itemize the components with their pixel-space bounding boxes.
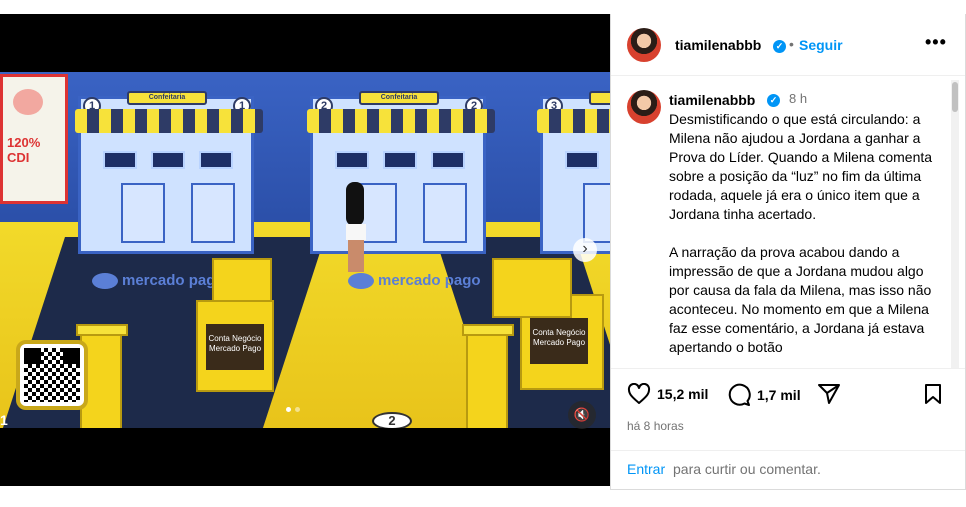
yellow-box: Conta Negócio Mercado Pago: [196, 300, 274, 392]
yellow-box: [212, 258, 272, 302]
stall-panel: [121, 183, 165, 243]
stall-screen: [335, 151, 369, 169]
bookmark-icon: [925, 384, 941, 404]
post-media[interactable]: 120% CDI 1 1 Confeitaria 2 2 Confeitaria: [0, 14, 610, 486]
podium: [462, 324, 514, 428]
mercado-pago-logo: mercado pago: [348, 272, 481, 290]
caption-time: 8 h: [789, 91, 808, 106]
comment-icon: [728, 383, 751, 406]
video-frame: 120% CDI 1 1 Confeitaria 2 2 Confeitaria: [0, 72, 610, 428]
share-icon: [818, 384, 840, 404]
caption-text: Desmistificando o que está circulando: a…: [669, 111, 933, 355]
carousel-dot: [286, 407, 291, 412]
post-header: tiamilenabbb ✓ • Seguir •••: [611, 14, 965, 76]
stall-screen: [431, 151, 465, 169]
action-bar: 15,2 mil 1,7 mil há 8 horas: [611, 368, 965, 450]
login-prompt: Entrar para curtir ou comentar.: [611, 450, 965, 490]
login-prompt-text: para curtir ou comentar.: [673, 461, 821, 477]
caption-scrollbar[interactable]: [951, 80, 959, 368]
stall-sign: Confeitaria: [359, 91, 439, 105]
instagram-post-frame: 120% CDI 1 1 Confeitaria 2 2 Confeitaria: [0, 14, 966, 490]
more-options-icon[interactable]: •••: [925, 32, 947, 53]
post-sidebar: tiamilenabbb ✓ • Seguir ••• tiamilenabbb…: [610, 14, 966, 490]
handshake-icon: [92, 273, 118, 290]
posted-time: há 8 horas: [627, 419, 684, 433]
stall-screen: [151, 151, 185, 169]
avatar[interactable]: [627, 90, 661, 124]
save-button[interactable]: [923, 383, 943, 405]
carousel-dots: [286, 407, 300, 412]
box-label: Conta Negócio Mercado Pago: [206, 324, 264, 370]
stall-panel: [583, 183, 610, 243]
next-media-arrow-icon[interactable]: ›: [573, 238, 597, 262]
cdi-board: 120% CDI: [0, 74, 68, 204]
mute-icon[interactable]: 🔇: [568, 401, 596, 429]
qr-code: [16, 340, 88, 410]
stall-screen: [565, 151, 599, 169]
stall-2: 2 2 Confeitaria: [307, 91, 495, 254]
stall-screen: [383, 151, 417, 169]
logo-text: mercado pago: [378, 272, 481, 289]
stall-screen: [199, 151, 233, 169]
stall-sign: Confeitaria: [589, 91, 610, 105]
stall-sign: Confeitaria: [127, 91, 207, 105]
stall-panel: [191, 183, 235, 243]
follow-button[interactable]: Seguir: [799, 37, 843, 53]
like-button[interactable]: 15,2 mil: [627, 383, 708, 405]
stall-screen: [103, 151, 137, 169]
login-link[interactable]: Entrar: [627, 461, 665, 477]
caption-area: tiamilenabbb ✓ 8 h Desmistificando o que…: [611, 76, 965, 368]
stall-awning: [537, 109, 610, 133]
stall-panel: [423, 183, 467, 243]
comment-button[interactable]: 1,7 mil: [727, 383, 801, 407]
likes-count: 15,2 mil: [657, 386, 709, 402]
caption-username[interactable]: tiamilenabbb: [669, 92, 755, 108]
header-username[interactable]: tiamilenabbb: [675, 37, 761, 53]
stall-1: 1 1 Confeitaria: [75, 91, 263, 254]
board-text: 120% CDI: [7, 135, 41, 165]
verified-badge-icon: ✓: [767, 94, 780, 107]
stall-awning: [307, 109, 495, 133]
comments-count: 1,7 mil: [757, 387, 801, 403]
yellow-box: [492, 258, 572, 318]
piggy-bank-icon: [13, 89, 43, 115]
stall-3: 3 Confeitaria: [537, 91, 610, 254]
floor-number: 1: [0, 412, 8, 428]
carousel-dot: [295, 407, 300, 412]
contestant: [340, 182, 370, 272]
handshake-icon: [348, 273, 374, 290]
mercado-pago-logo: mercado pago: [92, 272, 225, 290]
floor-number: 2: [372, 412, 412, 428]
box-label: Conta Negócio Mercado Pago: [530, 318, 588, 364]
verified-badge-icon: ✓: [773, 40, 786, 53]
stall-awning: [75, 109, 263, 133]
logo-text: mercado pago: [122, 272, 225, 289]
heart-icon: [627, 383, 651, 404]
share-button[interactable]: [817, 383, 841, 405]
avatar[interactable]: [627, 28, 661, 62]
separator: •: [789, 36, 794, 52]
